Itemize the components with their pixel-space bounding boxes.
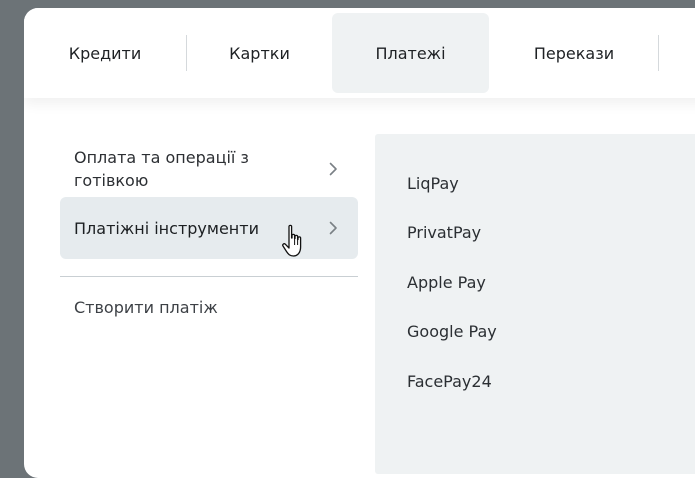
submenu-item-google-pay[interactable]: Google Pay <box>407 322 497 341</box>
submenu-item-facepay24[interactable]: FacePay24 <box>407 372 492 391</box>
tab-label: Картки <box>229 43 290 63</box>
tab-label: Перекази <box>533 43 615 63</box>
tab-transfers[interactable]: Перекази <box>490 13 658 93</box>
tab-label: Кредити <box>68 43 142 63</box>
chevron-right-icon <box>329 221 337 235</box>
hand-pointer-icon <box>282 224 302 257</box>
tab-payments[interactable]: Платежі <box>332 13 489 93</box>
menu-item-label: Платіжні інструменти <box>74 218 259 238</box>
submenu-item-liqpay[interactable]: LiqPay <box>407 174 459 193</box>
menu-panel: Кредити Картки Платежі Перекази Оплата т… <box>24 8 695 478</box>
submenu-item-apple-pay[interactable]: Apple Pay <box>407 273 486 292</box>
menu-divider <box>60 276 358 277</box>
menu-item-cash-operations[interactable]: Оплата та операції з готівкою <box>60 140 358 198</box>
menu-item-label: Оплата та операції з готівкою <box>74 148 249 190</box>
tab-cards[interactable]: Картки <box>187 13 332 93</box>
menu-item-payment-instruments[interactable]: Платіжні інструменти <box>60 197 358 259</box>
tab-credits[interactable]: Кредити <box>24 13 186 93</box>
create-payment-link[interactable]: Створити платіж <box>74 298 218 317</box>
tab-bar: Кредити Картки Платежі Перекази <box>24 8 695 98</box>
tab-label: Платежі <box>375 43 446 63</box>
tab-divider <box>658 35 659 71</box>
payment-instruments-submenu: LiqPay PrivatPay Apple Pay Google Pay Fa… <box>375 134 695 474</box>
submenu-item-privatpay[interactable]: PrivatPay <box>407 223 481 242</box>
chevron-right-icon <box>329 162 337 176</box>
